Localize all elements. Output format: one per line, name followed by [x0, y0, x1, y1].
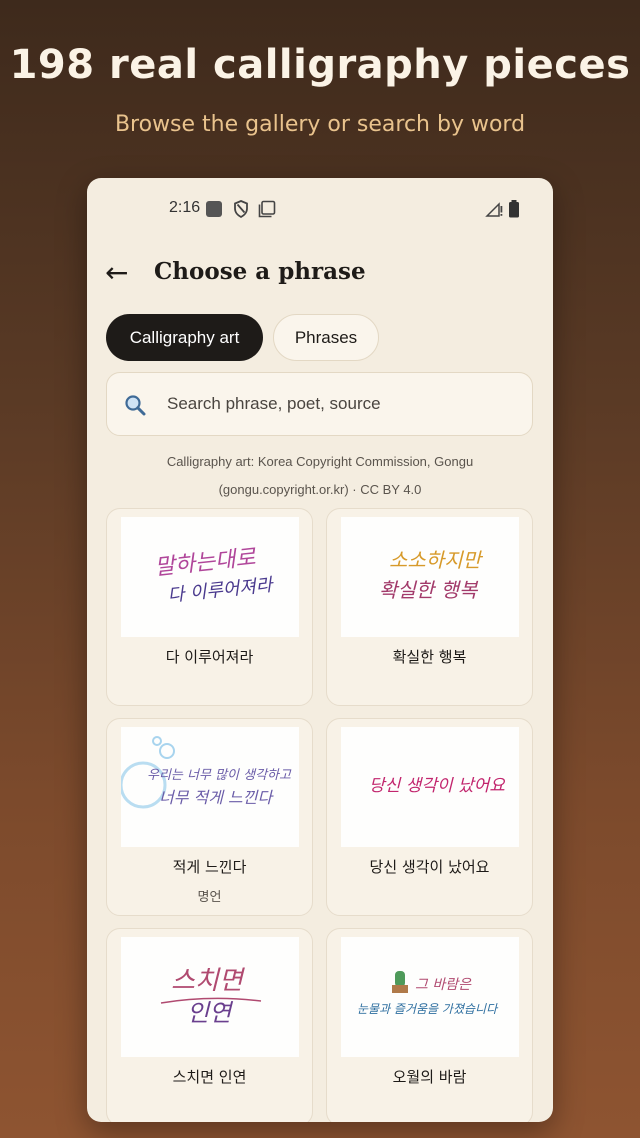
calligraphy-image: 말하는대로 다 이루어져라	[121, 517, 299, 637]
calligraphy-art-line-1: 말하는대로	[153, 545, 258, 581]
card-subtitle: 명언	[197, 890, 222, 905]
search-icon	[125, 395, 146, 416]
search-bar	[106, 372, 533, 436]
calligraphy-card[interactable]: 소소하지만 확실한 행복 확실한 행복	[326, 508, 533, 706]
status-time: 2:16	[169, 199, 201, 216]
attribution-line-2: (gongu.copyright.or.kr) · CC BY 4.0	[218, 482, 422, 497]
calligraphy-art-line-2: 다 이루어져라	[167, 574, 276, 606]
card-title: 적게 느낀다	[172, 858, 247, 876]
card-title: 다 이루어져라	[165, 648, 254, 666]
calligraphy-image: 우리는 너무 많이 생각하고 너무 적게 느낀다	[119, 727, 299, 847]
calligraphy-art-line-2: 너무 적게 느낀다	[159, 788, 274, 807]
calligraphy-card[interactable]: 우리는 너무 많이 생각하고 너무 적게 느낀다 적게 느낀다 명언	[106, 718, 313, 916]
calligraphy-art-line-1: 스치면	[171, 966, 246, 996]
back-arrow-icon[interactable]: ←	[105, 256, 128, 289]
page-title: Choose a phrase	[154, 258, 366, 285]
calligraphy-card[interactable]: 당신 생각이 났어요 당신 생각이 났어요	[326, 718, 533, 916]
card-title: 오월의 바람	[392, 1068, 467, 1086]
calligraphy-card[interactable]: 스치면 인연 스치면 인연	[106, 928, 313, 1122]
copy-icon	[258, 200, 276, 218]
calligraphy-image: 스치면 인연	[121, 937, 299, 1057]
calligraphy-image: 그 바람은 눈물과 즐거움을 가졌습니다	[341, 937, 519, 1057]
calligraphy-art-line-1: 소소하지만	[389, 548, 484, 572]
calligraphy-art-line-2: 눈물과 즐거움을 가졌습니다	[357, 1002, 499, 1016]
calligraphy-art-line-1: 그 바람은	[415, 977, 472, 993]
search-input[interactable]	[167, 373, 517, 435]
battery-icon	[509, 200, 519, 218]
card-title: 확실한 행복	[392, 648, 467, 666]
app-header: ← Choose a phrase	[87, 256, 553, 292]
calligraphy-image: 당신 생각이 났어요	[341, 727, 519, 847]
promo-subtitle: Browse the gallery or search by word	[114, 112, 526, 137]
signal-icon	[485, 202, 503, 217]
calligraphy-art-line-2: 확실한 행복	[379, 578, 479, 602]
calligraphy-art-line-2: 인연	[187, 999, 234, 1027]
calligraphy-card[interactable]: 말하는대로 다 이루어져라 다 이루어져라	[106, 508, 313, 706]
phone-screen: 2:16 ← Choose a phrase Calligraphy art P…	[87, 178, 553, 1122]
shield-icon	[234, 200, 248, 218]
attribution-text: Calligraphy art: Korea Copyright Commiss…	[87, 448, 553, 504]
card-title: 당신 생각이 났어요	[369, 858, 490, 876]
calligraphy-art-line-1: 당신 생각이 났어요	[369, 776, 506, 796]
status-bar: 2:16	[87, 196, 553, 220]
attribution-line-1: Calligraphy art: Korea Copyright Commiss…	[166, 454, 474, 469]
calligraphy-image: 소소하지만 확실한 행복	[341, 517, 519, 637]
card-title: 스치면 인연	[172, 1068, 247, 1086]
promo-title: 198 real calligraphy pieces	[9, 42, 631, 88]
tab-calligraphy-art[interactable]: Calligraphy art	[106, 314, 263, 361]
tab-phrases[interactable]: Phrases	[273, 314, 379, 361]
calligraphy-card[interactable]: 그 바람은 눈물과 즐거움을 가졌습니다 오월의 바람	[326, 928, 533, 1122]
calligraphy-art-line-1: 우리는 너무 많이 생각하고	[147, 768, 292, 783]
notification-square-icon	[206, 201, 222, 217]
